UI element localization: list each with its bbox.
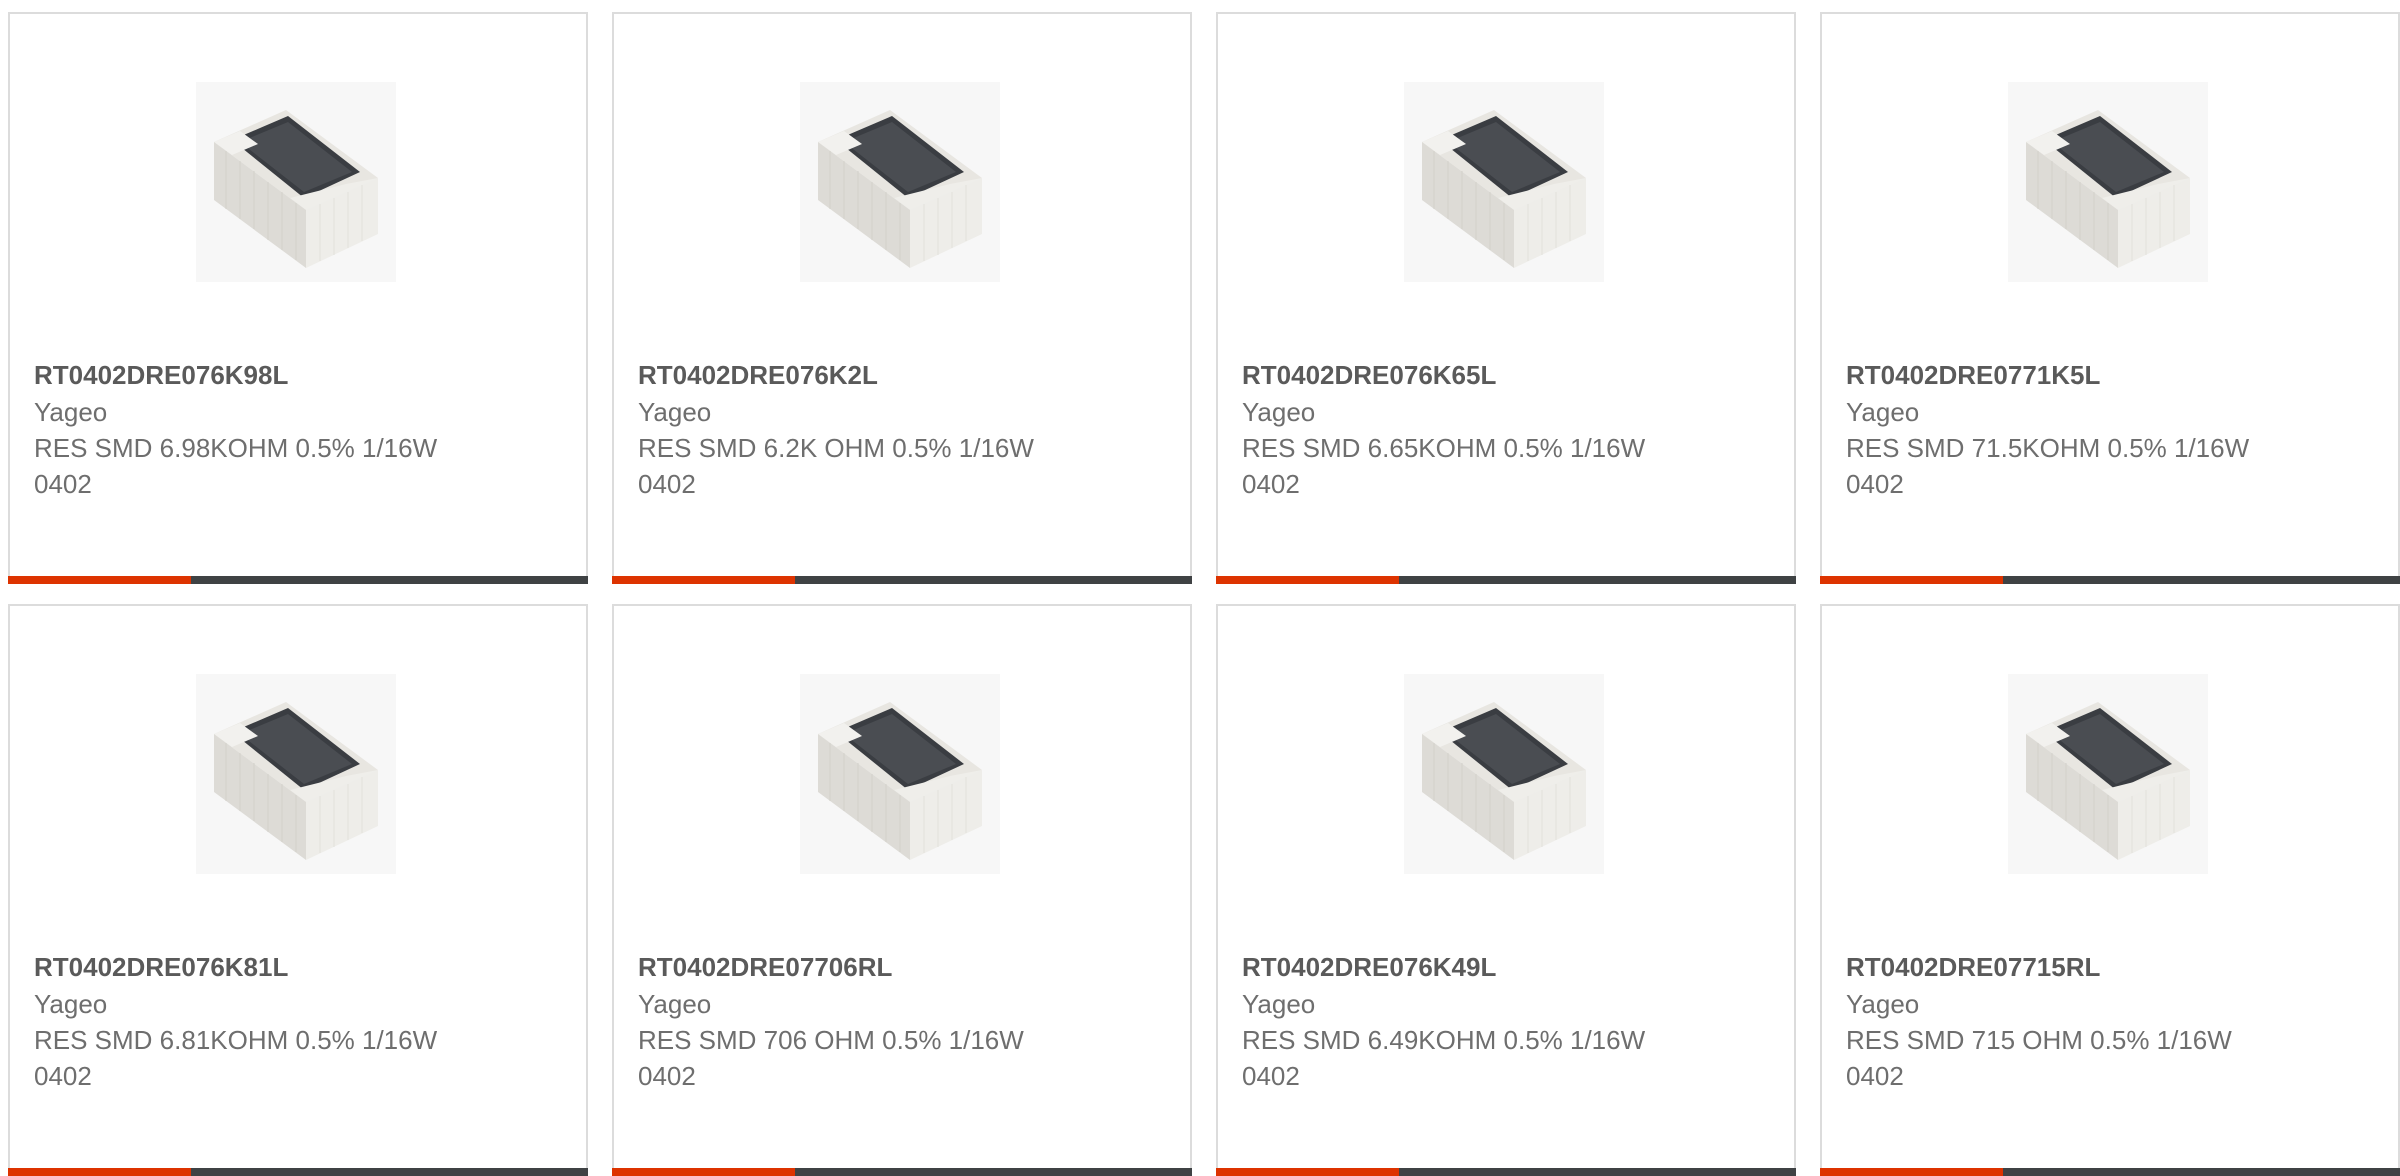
card-accent-bar — [8, 576, 588, 584]
product-description: RES SMD 715 OHM 0.5% 1/16W 0402 — [1846, 1025, 2232, 1091]
manufacturer-name: Yageo — [34, 397, 108, 427]
product-card[interactable]: RT0402DRE0771K5L Yageo RES SMD 71.5KOHM … — [1820, 12, 2400, 584]
card-accent-bar — [8, 1168, 588, 1176]
product-card[interactable]: RT0402DRE07706RL Yageo RES SMD 706 OHM 0… — [612, 604, 1192, 1176]
product-description: RES SMD 6.98KOHM 0.5% 1/16W 0402 — [34, 433, 438, 499]
smd-resistor-0402-image[interactable] — [2008, 674, 2208, 874]
card-accent-bar — [612, 576, 1192, 584]
product-description: RES SMD 6.2K OHM 0.5% 1/16W 0402 — [638, 433, 1034, 499]
part-number-link[interactable]: RT0402DRE076K98L — [34, 356, 464, 394]
part-number-link[interactable]: RT0402DRE076K2L — [638, 356, 1068, 394]
part-number-link[interactable]: RT0402DRE07706RL — [638, 948, 1068, 986]
manufacturer-name: Yageo — [1846, 989, 1920, 1019]
product-card[interactable]: RT0402DRE076K49L Yageo RES SMD 6.49KOHM … — [1216, 604, 1796, 1176]
product-info: RT0402DRE07715RL Yageo RES SMD 715 OHM 0… — [1846, 948, 2276, 1094]
product-info: RT0402DRE07706RL Yageo RES SMD 706 OHM 0… — [638, 948, 1068, 1094]
smd-resistor-0402-image[interactable] — [1404, 674, 1604, 874]
smd-resistor-0402-image[interactable] — [1404, 82, 1604, 282]
part-number-link[interactable]: RT0402DRE07715RL — [1846, 948, 2276, 986]
product-description: RES SMD 6.65KOHM 0.5% 1/16W 0402 — [1242, 433, 1646, 499]
card-accent-bar — [1216, 1168, 1796, 1176]
card-accent-bar — [1820, 576, 2400, 584]
product-info: RT0402DRE076K81L Yageo RES SMD 6.81KOHM … — [34, 948, 464, 1094]
manufacturer-name: Yageo — [34, 989, 108, 1019]
product-card[interactable]: RT0402DRE076K81L Yageo RES SMD 6.81KOHM … — [8, 604, 588, 1176]
part-number-link[interactable]: RT0402DRE076K81L — [34, 948, 464, 986]
manufacturer-name: Yageo — [1846, 397, 1920, 427]
smd-resistor-0402-image[interactable] — [800, 674, 1000, 874]
product-card[interactable]: RT0402DRE07715RL Yageo RES SMD 715 OHM 0… — [1820, 604, 2400, 1176]
product-description: RES SMD 6.49KOHM 0.5% 1/16W 0402 — [1242, 1025, 1646, 1091]
product-description: RES SMD 71.5KOHM 0.5% 1/16W 0402 — [1846, 433, 2250, 499]
product-grid: RT0402DRE076K98L Yageo RES SMD 6.98KOHM … — [8, 12, 2400, 1176]
product-card[interactable]: RT0402DRE076K2L Yageo RES SMD 6.2K OHM 0… — [612, 12, 1192, 584]
smd-resistor-0402-image[interactable] — [800, 82, 1000, 282]
product-info: RT0402DRE076K65L Yageo RES SMD 6.65KOHM … — [1242, 356, 1672, 502]
product-card[interactable]: RT0402DRE076K98L Yageo RES SMD 6.98KOHM … — [8, 12, 588, 584]
product-description: RES SMD 6.81KOHM 0.5% 1/16W 0402 — [34, 1025, 438, 1091]
part-number-link[interactable]: RT0402DRE0771K5L — [1846, 356, 2276, 394]
manufacturer-name: Yageo — [1242, 397, 1316, 427]
product-card[interactable]: RT0402DRE076K65L Yageo RES SMD 6.65KOHM … — [1216, 12, 1796, 584]
card-accent-bar — [1820, 1168, 2400, 1176]
card-accent-bar — [1216, 576, 1796, 584]
part-number-link[interactable]: RT0402DRE076K49L — [1242, 948, 1672, 986]
product-info: RT0402DRE076K98L Yageo RES SMD 6.98KOHM … — [34, 356, 464, 502]
product-info: RT0402DRE076K49L Yageo RES SMD 6.49KOHM … — [1242, 948, 1672, 1094]
manufacturer-name: Yageo — [638, 989, 712, 1019]
smd-resistor-0402-image[interactable] — [196, 82, 396, 282]
manufacturer-name: Yageo — [1242, 989, 1316, 1019]
smd-resistor-0402-image[interactable] — [2008, 82, 2208, 282]
smd-resistor-0402-image[interactable] — [196, 674, 396, 874]
product-info: RT0402DRE076K2L Yageo RES SMD 6.2K OHM 0… — [638, 356, 1068, 502]
product-info: RT0402DRE0771K5L Yageo RES SMD 71.5KOHM … — [1846, 356, 2276, 502]
product-description: RES SMD 706 OHM 0.5% 1/16W 0402 — [638, 1025, 1024, 1091]
manufacturer-name: Yageo — [638, 397, 712, 427]
part-number-link[interactable]: RT0402DRE076K65L — [1242, 356, 1672, 394]
card-accent-bar — [612, 1168, 1192, 1176]
